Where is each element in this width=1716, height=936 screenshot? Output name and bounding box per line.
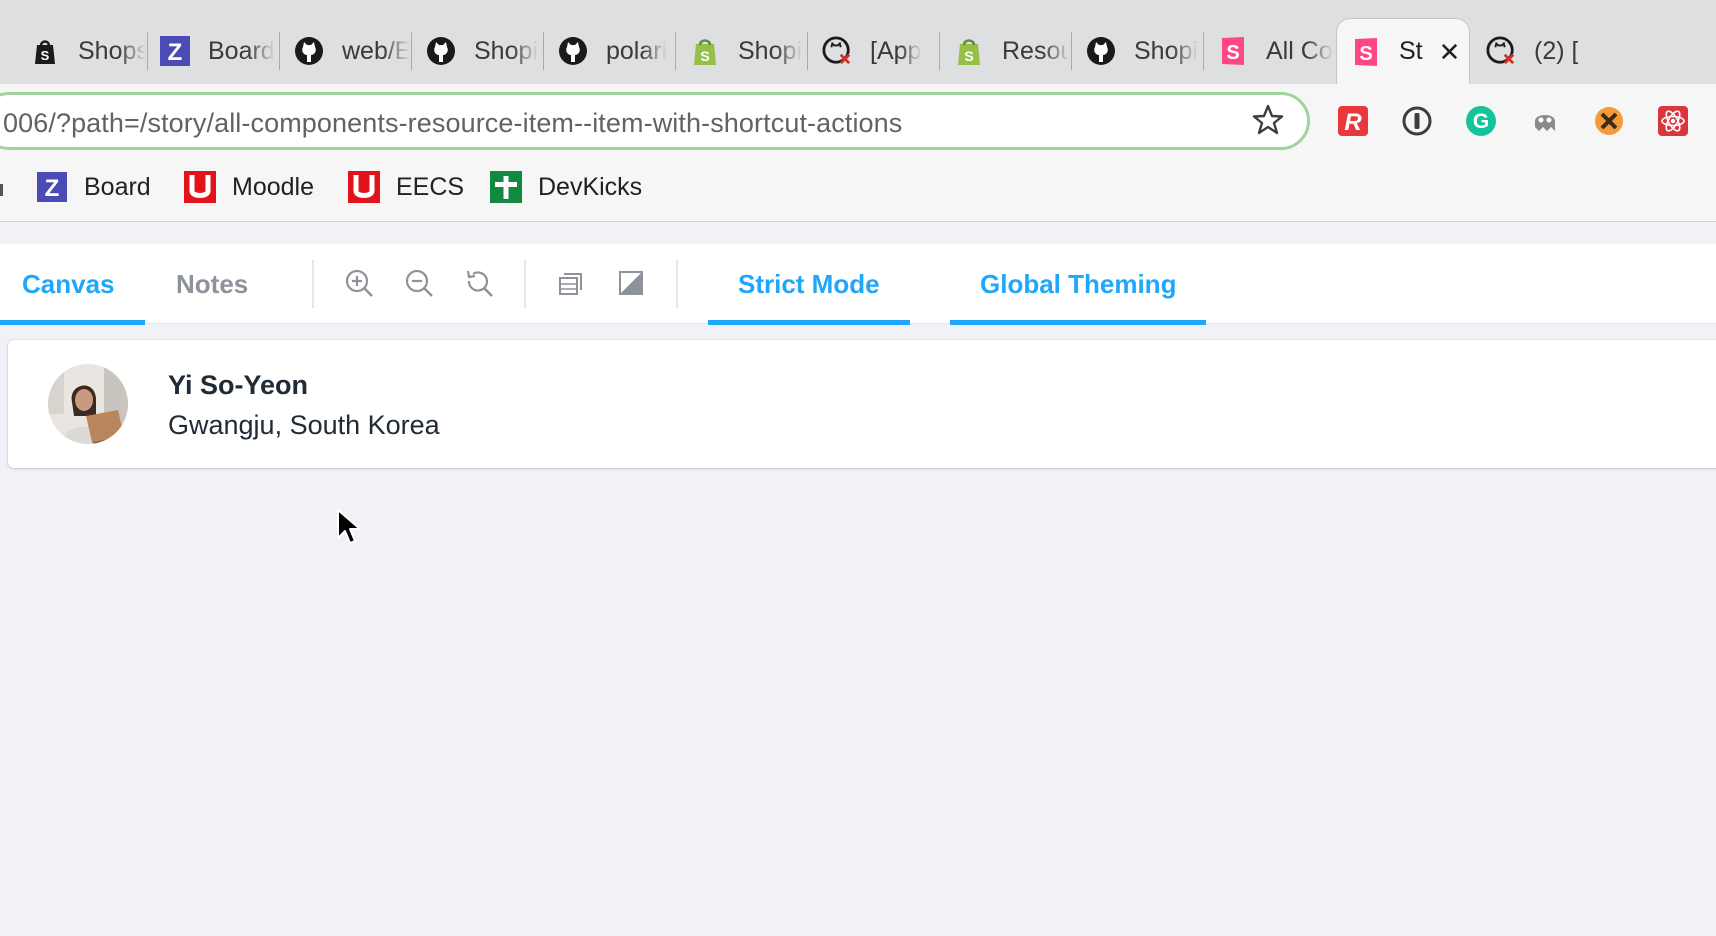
bookmark-eecs[interactable]: EECS (348, 168, 464, 206)
zoom-in-icon[interactable] (342, 266, 376, 300)
avatar-photo (48, 364, 128, 444)
resource-name: Yi So-Yeon (168, 370, 309, 400)
tab-title: polari (606, 36, 668, 65)
resource-item[interactable]: Yi So-Yeon Gwangju, South Korea (8, 340, 1716, 468)
bookmark-label: Moodle (232, 172, 314, 201)
svg-text:S: S (1359, 43, 1372, 65)
storybook-icon: S (1351, 37, 1381, 67)
tab-title: Shopi (474, 36, 538, 65)
tab-title: Shopi (738, 36, 802, 65)
svg-text:R: R (1344, 109, 1362, 136)
tab-title: Resou (1002, 36, 1070, 65)
tab-canvas[interactable]: Canvas (0, 244, 145, 325)
github-icon (1086, 36, 1116, 66)
browser-tab[interactable]: Shopi (1072, 18, 1202, 84)
react-devtools-icon[interactable] (1656, 104, 1690, 138)
toolbar-divider (524, 260, 526, 308)
tab-strict-mode[interactable]: Strict Mode (708, 244, 910, 325)
toolbar-divider (312, 260, 314, 308)
bookmark-overflow-indicator (0, 184, 3, 196)
mouse-pointer-icon (336, 508, 364, 548)
browser-tab[interactable]: S All Co (1204, 18, 1334, 84)
browser-tab[interactable]: (2) [ (1472, 18, 1716, 84)
bookmark-label: DevKicks (538, 172, 643, 201)
umich-u-icon (184, 171, 216, 203)
browser-tab-active[interactable]: S St ✕ (1336, 18, 1470, 84)
reset-zoom-icon[interactable] (462, 266, 496, 300)
octocat-extension-icon[interactable] (1528, 104, 1562, 138)
bookmark-star-icon[interactable] (1251, 103, 1285, 137)
bookmarks-bar: Z Board Moodle EECS DevKicks (0, 154, 1716, 222)
tab-title: web/E (342, 36, 410, 65)
contrast-icon[interactable] (614, 266, 648, 300)
devkicks-icon (490, 171, 522, 203)
github-error-icon (822, 36, 852, 66)
tab-title: Shops (78, 36, 146, 65)
zenhub-z-icon: Z (36, 171, 68, 203)
svg-text:S: S (41, 48, 50, 63)
browser-tab[interactable]: S Shops (0, 18, 146, 84)
bookmark-board[interactable]: Z Board (36, 168, 151, 206)
browser-tab-strip: S Shops Z Board web/E Shopi polari S Sho… (0, 0, 1716, 84)
browser-tab[interactable]: S Shopi (676, 18, 806, 84)
browser-tab[interactable]: Shopi (412, 18, 542, 84)
browser-tab[interactable]: [App (808, 18, 938, 84)
tab-label: Canvas (22, 268, 115, 299)
svg-text:Z: Z (168, 39, 183, 66)
bookmark-moodle[interactable]: Moodle (184, 168, 314, 206)
zenhub-z-icon: Z (160, 36, 190, 66)
github-icon (294, 36, 324, 66)
avatar (48, 364, 128, 444)
resource-location: Gwangju, South Korea (168, 410, 440, 440)
address-bar[interactable]: 006/?path=/story/all-components-resource… (0, 92, 1310, 150)
r-extension-icon[interactable]: R (1336, 104, 1370, 138)
bookmark-label: Board (84, 172, 151, 201)
background-icon[interactable] (554, 266, 588, 300)
shopify-bag-icon: S (954, 36, 984, 66)
active-tab-indicator (0, 320, 145, 325)
github-icon (426, 36, 456, 66)
toolbar-divider (676, 260, 678, 308)
bookmark-label: EECS (396, 172, 465, 201)
tab-title: [App (870, 36, 922, 65)
active-tab-indicator (708, 320, 910, 325)
close-tab-icon[interactable]: ✕ (1439, 39, 1461, 65)
tab-label: Global Theming (980, 268, 1177, 299)
tab-global-theming[interactable]: Global Theming (950, 244, 1207, 325)
tab-title: (2) [ (1534, 36, 1579, 65)
shopify-bag-icon: S (30, 36, 60, 66)
svg-text:Z: Z (45, 175, 60, 202)
browser-toolbar: 006/?path=/story/all-components-resource… (0, 84, 1716, 154)
svg-text:S: S (700, 48, 709, 64)
1password-icon[interactable] (1400, 104, 1434, 138)
address-url[interactable]: 006/?path=/story/all-components-resource… (3, 108, 902, 139)
tab-notes[interactable]: Notes (146, 244, 278, 324)
browser-tab[interactable]: web/E (280, 18, 410, 84)
grammarly-icon[interactable]: G (1464, 104, 1498, 138)
tab-title: St (1399, 37, 1423, 65)
cross-extension-icon[interactable] (1592, 104, 1626, 138)
shopify-bag-icon: S (690, 36, 720, 66)
github-error-icon (1486, 36, 1516, 66)
zoom-out-icon[interactable] (402, 266, 436, 300)
github-icon (558, 36, 588, 66)
svg-text:S: S (964, 48, 973, 64)
storybook-toolbar: Canvas Notes Strict Mode Global Theming (0, 244, 1716, 325)
browser-tab[interactable]: polari (544, 18, 674, 84)
svg-text:S: S (1226, 42, 1239, 64)
active-tab-indicator (950, 320, 1207, 325)
svg-text:G: G (1473, 110, 1489, 133)
browser-tab[interactable]: S Resou (940, 18, 1070, 84)
storybook-icon: S (1218, 36, 1248, 66)
browser-tab[interactable]: Z Board (148, 18, 278, 84)
tab-title: All Co (1266, 36, 1333, 65)
tab-label: Notes (176, 268, 249, 299)
umich-u-icon (348, 171, 380, 203)
tab-label: Strict Mode (738, 268, 880, 299)
tab-title: Board (208, 36, 275, 65)
tab-title: Shopi (1134, 36, 1198, 65)
bookmark-devkicks[interactable]: DevKicks (490, 168, 642, 206)
